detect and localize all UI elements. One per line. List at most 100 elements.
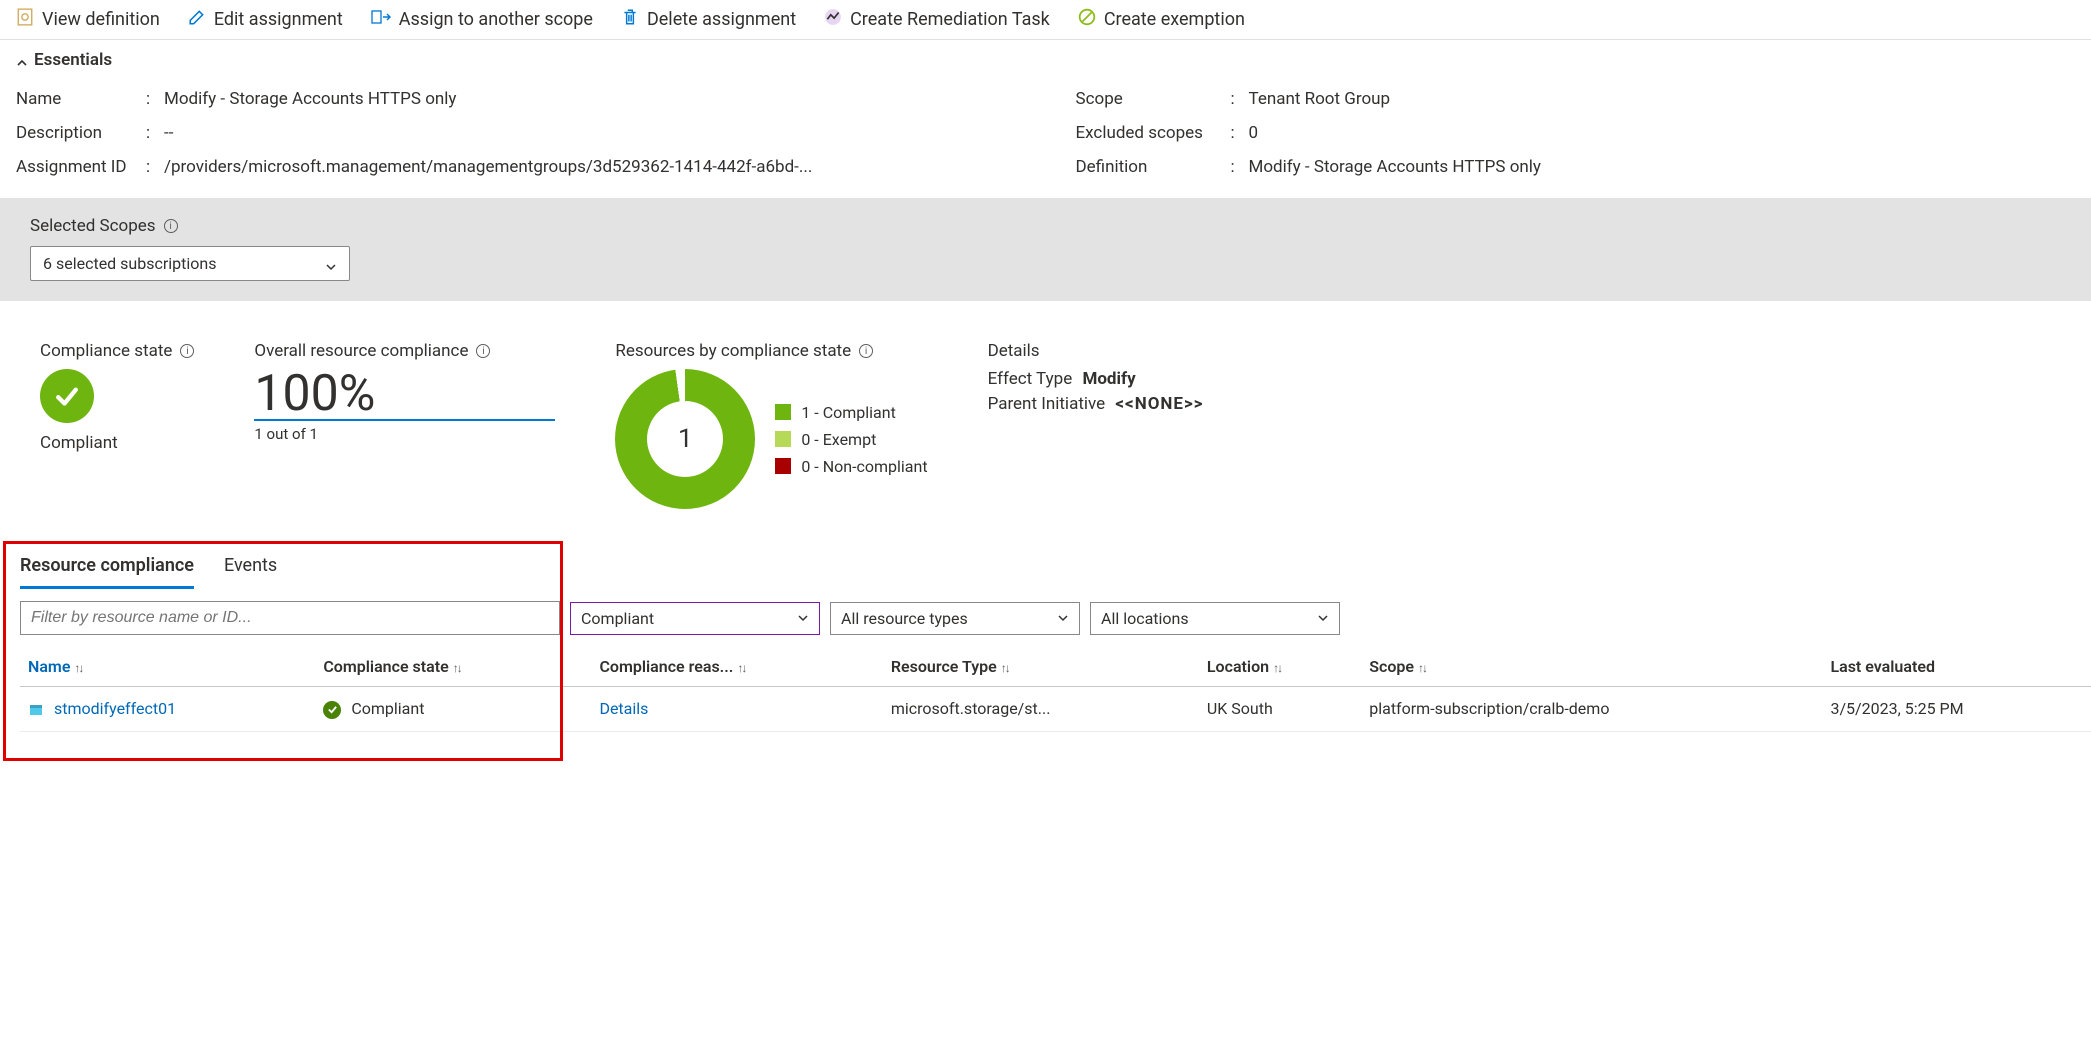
assign-scope-button[interactable]: Assign to another scope [371, 8, 593, 31]
chevron-down-icon [1057, 612, 1069, 624]
col-compliance-state[interactable]: Compliance state↑↓ [315, 647, 591, 687]
table-row[interactable]: stmodifyeffect01 Compliant Details micro… [20, 687, 2091, 732]
sort-icon: ↑↓ [1418, 661, 1426, 675]
parent-initiative-value: <<NONE>> [1115, 394, 1203, 414]
delete-assignment-label: Delete assignment [647, 9, 796, 30]
create-remediation-button[interactable]: Create Remediation Task [824, 8, 1050, 31]
overall-compliance-title: Overall resource compliance [254, 341, 468, 361]
trash-icon [621, 8, 639, 31]
excluded-scopes-label: Excluded scopes [1076, 123, 1231, 143]
col-compliance-reason-label: Compliance reas... [599, 657, 733, 676]
compliant-check-icon [40, 369, 94, 423]
assign-scope-label: Assign to another scope [399, 9, 593, 30]
info-icon[interactable]: i [180, 344, 194, 358]
row-location: UK South [1207, 699, 1273, 718]
chevron-down-icon [325, 258, 337, 270]
edit-assignment-label: Edit assignment [214, 9, 343, 30]
description-label: Description [16, 123, 146, 143]
donut-center-value: 1 [678, 424, 693, 454]
location-filter-dropdown[interactable]: All locations [1090, 602, 1340, 635]
selected-scopes-value: 6 selected subscriptions [43, 254, 217, 273]
chevron-down-icon [1317, 612, 1329, 624]
delete-assignment-button[interactable]: Delete assignment [621, 8, 796, 31]
selected-scopes-section: Selected Scopes i 6 selected subscriptio… [0, 198, 2091, 301]
info-icon[interactable]: i [164, 219, 178, 233]
chevron-down-icon [797, 612, 809, 624]
col-resource-type[interactable]: Resource Type ↑↓ [883, 647, 1199, 687]
resource-type-filter-dropdown[interactable]: All resource types [830, 602, 1080, 635]
sort-icon: ↑↓ [453, 661, 461, 675]
col-name[interactable]: Name ↑↓ [20, 647, 315, 687]
effect-type-value: Modify [1082, 369, 1135, 389]
col-resource-type-label: Resource Type [891, 657, 997, 676]
info-icon[interactable]: i [476, 344, 490, 358]
essentials-toggle[interactable]: Essentials [0, 40, 2091, 76]
col-last-evaluated[interactable]: Last evaluated [1822, 647, 2091, 687]
name-label: Name [16, 89, 146, 109]
swatch-noncompliant [775, 458, 791, 474]
view-definition-label: View definition [42, 9, 160, 30]
compliance-filter-dropdown[interactable]: Compliant [570, 602, 820, 635]
effect-type-label: Effect Type [988, 369, 1073, 389]
essentials-section: Name : Modify - Storage Accounts HTTPS o… [0, 76, 2091, 198]
row-scope: platform-subscription/cralb-demo [1369, 699, 1609, 718]
legend-noncompliant: 0 - Non-compliant [801, 457, 927, 476]
essentials-title: Essentials [34, 50, 112, 70]
tab-events[interactable]: Events [224, 549, 277, 589]
chevron-up-icon [16, 54, 28, 66]
tab-resource-compliance[interactable]: Resource compliance [20, 549, 194, 589]
sort-icon: ↑↓ [74, 661, 82, 675]
row-compliance-reason[interactable]: Details [599, 699, 648, 718]
edit-assignment-button[interactable]: Edit assignment [188, 8, 343, 31]
selected-scopes-dropdown[interactable]: 6 selected subscriptions [30, 246, 350, 281]
compliance-state-value: Compliant [40, 433, 194, 453]
selected-scopes-label: Selected Scopes [30, 216, 156, 236]
compliance-state-block: Compliance state i Compliant [40, 341, 194, 453]
filter-resource-input[interactable] [20, 601, 560, 635]
overall-compliance-outof: 1 out of 1 [254, 425, 555, 443]
row-last-evaluated: 3/5/2023, 5:25 PM [1830, 699, 1963, 718]
col-name-label: Name [28, 657, 70, 676]
essentials-left: Name : Modify - Storage Accounts HTTPS o… [16, 82, 1016, 184]
sort-icon: ↑↓ [1001, 661, 1009, 675]
create-exemption-button[interactable]: Create exemption [1078, 8, 1245, 31]
description-value: -- [164, 123, 173, 143]
overall-compliance-block: Overall resource compliance i 100% 1 out… [254, 341, 555, 443]
col-location-label: Location [1207, 657, 1269, 676]
filter-row: Compliant All resource types All locatio… [0, 589, 2091, 647]
info-icon[interactable]: i [859, 344, 873, 358]
donut-chart: 1 [615, 369, 755, 509]
col-location[interactable]: Location ↑↓ [1199, 647, 1361, 687]
legend-exempt: 0 - Exempt [801, 430, 876, 449]
location-filter-value: All locations [1101, 609, 1189, 628]
scope-label: Scope [1076, 89, 1231, 109]
swatch-exempt [775, 431, 791, 447]
overall-compliance-percent: 100% [254, 369, 555, 421]
command-bar: View definition Edit assignment Assign t… [0, 0, 2091, 40]
donut-legend: 1 - Compliant 0 - Exempt 0 - Non-complia… [775, 395, 927, 484]
col-scope[interactable]: Scope↑↓ [1361, 647, 1822, 687]
create-exemption-label: Create exemption [1104, 9, 1245, 30]
details-title: Details [988, 341, 1040, 361]
resources-by-state-title: Resources by compliance state [615, 341, 851, 361]
row-name[interactable]: stmodifyeffect01 [54, 699, 176, 718]
definition-value: Modify - Storage Accounts HTTPS only [1249, 157, 1541, 177]
resources-by-state-block: Resources by compliance state i 1 1 - Co… [615, 341, 927, 509]
col-compliance-reason[interactable]: Compliance reas... ↑↓ [591, 647, 882, 687]
resource-compliance-table: Name ↑↓ Compliance state↑↓ Compliance rea… [20, 647, 2091, 732]
exemption-icon [1078, 8, 1096, 31]
storage-icon [28, 702, 44, 718]
resource-type-filter-value: All resource types [841, 609, 968, 628]
details-block: Details Effect Type Modify Parent Initia… [988, 341, 1204, 419]
document-icon [16, 8, 34, 31]
tabs: Resource compliance Events [0, 549, 2091, 589]
scope-value: Tenant Root Group [1249, 89, 1391, 109]
assignment-id-value: /providers/microsoft.management/manageme… [164, 157, 812, 177]
sort-icon: ↑↓ [737, 661, 745, 675]
compliance-state-title: Compliance state [40, 341, 172, 361]
essentials-right: Scope : Tenant Root Group Excluded scope… [1076, 82, 2076, 184]
sort-icon: ↑↓ [1273, 661, 1281, 675]
pencil-icon [188, 8, 206, 31]
view-definition-button[interactable]: View definition [16, 8, 160, 31]
compliance-filter-value: Compliant [581, 609, 654, 628]
